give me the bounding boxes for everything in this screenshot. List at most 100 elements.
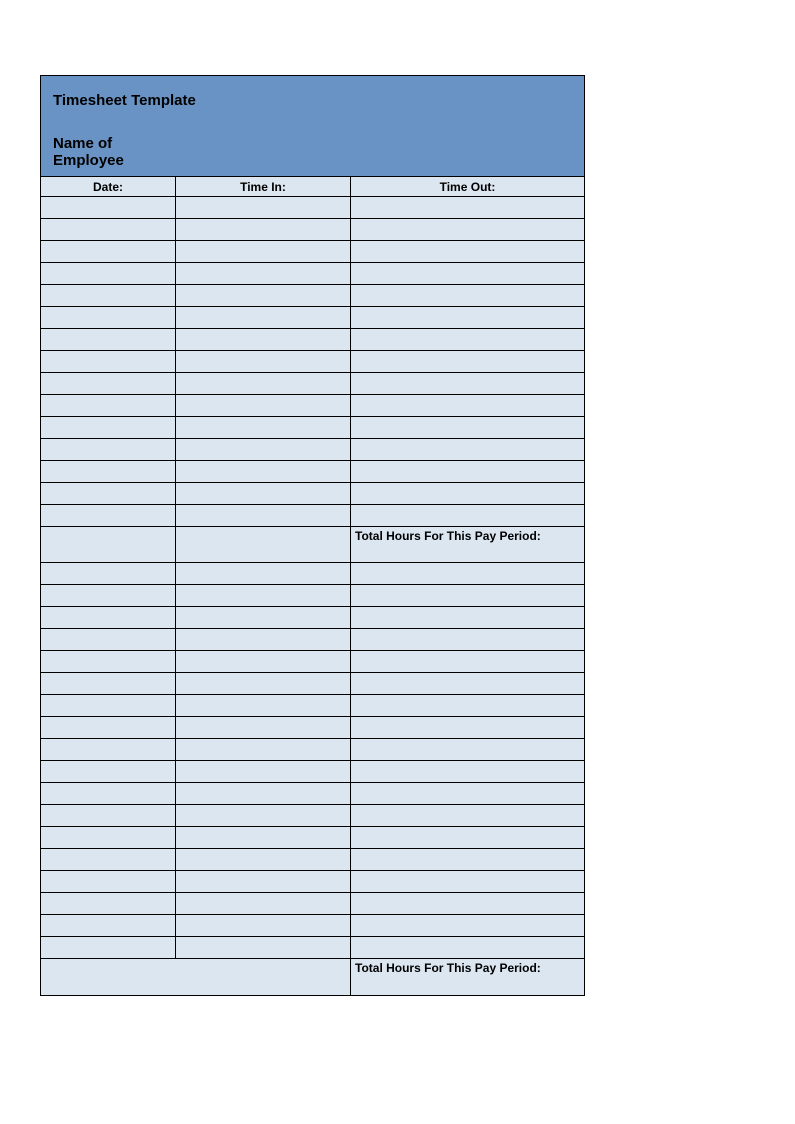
cell-timein[interactable] — [176, 285, 351, 306]
cell-timein[interactable] — [176, 915, 351, 936]
cell-timeout[interactable] — [351, 849, 584, 870]
cell-timein[interactable] — [176, 417, 351, 438]
cell-timeout[interactable] — [351, 827, 584, 848]
cell-date[interactable] — [41, 739, 176, 760]
total-cell-date[interactable] — [41, 527, 176, 562]
cell-timein[interactable] — [176, 483, 351, 504]
cell-timeout[interactable] — [351, 505, 584, 526]
cell-timein[interactable] — [176, 585, 351, 606]
cell-timeout[interactable] — [351, 197, 584, 218]
cell-date[interactable] — [41, 439, 176, 460]
cell-timeout[interactable] — [351, 241, 584, 262]
cell-timeout[interactable] — [351, 629, 584, 650]
cell-date[interactable] — [41, 505, 176, 526]
cell-timein[interactable] — [176, 937, 351, 958]
cell-timein[interactable] — [176, 351, 351, 372]
cell-date[interactable] — [41, 651, 176, 672]
cell-timein[interactable] — [176, 197, 351, 218]
cell-timeout[interactable] — [351, 937, 584, 958]
cell-timeout[interactable] — [351, 483, 584, 504]
cell-timeout[interactable] — [351, 351, 584, 372]
cell-date[interactable] — [41, 483, 176, 504]
cell-timeout[interactable] — [351, 585, 584, 606]
cell-timeout[interactable] — [351, 893, 584, 914]
cell-date[interactable] — [41, 241, 176, 262]
cell-timein[interactable] — [176, 219, 351, 240]
cell-date[interactable] — [41, 915, 176, 936]
cell-timeout[interactable] — [351, 871, 584, 892]
cell-timeout[interactable] — [351, 219, 584, 240]
cell-date[interactable] — [41, 783, 176, 804]
cell-date[interactable] — [41, 307, 176, 328]
cell-date[interactable] — [41, 761, 176, 782]
cell-timeout[interactable] — [351, 439, 584, 460]
cell-timein[interactable] — [176, 629, 351, 650]
cell-date[interactable] — [41, 673, 176, 694]
cell-timeout[interactable] — [351, 695, 584, 716]
cell-date[interactable] — [41, 197, 176, 218]
cell-timeout[interactable] — [351, 329, 584, 350]
cell-date[interactable] — [41, 607, 176, 628]
cell-date[interactable] — [41, 629, 176, 650]
cell-timeout[interactable] — [351, 607, 584, 628]
cell-timein[interactable] — [176, 439, 351, 460]
cell-timeout[interactable] — [351, 563, 584, 584]
cell-date[interactable] — [41, 893, 176, 914]
cell-timeout[interactable] — [351, 395, 584, 416]
cell-date[interactable] — [41, 373, 176, 394]
cell-timeout[interactable] — [351, 673, 584, 694]
cell-date[interactable] — [41, 395, 176, 416]
cell-timein[interactable] — [176, 717, 351, 738]
cell-date[interactable] — [41, 871, 176, 892]
cell-timeout[interactable] — [351, 417, 584, 438]
cell-timein[interactable] — [176, 395, 351, 416]
cell-timein[interactable] — [176, 695, 351, 716]
cell-date[interactable] — [41, 827, 176, 848]
cell-timein[interactable] — [176, 607, 351, 628]
cell-timein[interactable] — [176, 373, 351, 394]
cell-timeout[interactable] — [351, 739, 584, 760]
cell-timeout[interactable] — [351, 651, 584, 672]
cell-timein[interactable] — [176, 673, 351, 694]
cell-date[interactable] — [41, 585, 176, 606]
cell-timeout[interactable] — [351, 307, 584, 328]
cell-timeout[interactable] — [351, 373, 584, 394]
total-cell-timein[interactable] — [176, 527, 351, 562]
cell-timein[interactable] — [176, 805, 351, 826]
cell-timein[interactable] — [176, 263, 351, 284]
cell-date[interactable] — [41, 849, 176, 870]
cell-timeout[interactable] — [351, 783, 584, 804]
cell-date[interactable] — [41, 263, 176, 284]
cell-timein[interactable] — [176, 783, 351, 804]
cell-date[interactable] — [41, 417, 176, 438]
cell-timein[interactable] — [176, 461, 351, 482]
cell-timeout[interactable] — [351, 915, 584, 936]
cell-timeout[interactable] — [351, 461, 584, 482]
cell-date[interactable] — [41, 351, 176, 372]
cell-timein[interactable] — [176, 827, 351, 848]
cell-timein[interactable] — [176, 651, 351, 672]
cell-timeout[interactable] — [351, 285, 584, 306]
cell-timein[interactable] — [176, 761, 351, 782]
cell-date[interactable] — [41, 461, 176, 482]
cell-timein[interactable] — [176, 849, 351, 870]
cell-timeout[interactable] — [351, 805, 584, 826]
cell-timein[interactable] — [176, 739, 351, 760]
cell-date[interactable] — [41, 717, 176, 738]
cell-date[interactable] — [41, 937, 176, 958]
cell-timein[interactable] — [176, 329, 351, 350]
cell-timein[interactable] — [176, 241, 351, 262]
cell-timein[interactable] — [176, 893, 351, 914]
cell-date[interactable] — [41, 329, 176, 350]
cell-timeout[interactable] — [351, 717, 584, 738]
cell-timein[interactable] — [176, 307, 351, 328]
cell-date[interactable] — [41, 563, 176, 584]
cell-timeout[interactable] — [351, 761, 584, 782]
cell-timein[interactable] — [176, 871, 351, 892]
cell-timeout[interactable] — [351, 263, 584, 284]
cell-timein[interactable] — [176, 563, 351, 584]
cell-date[interactable] — [41, 285, 176, 306]
cell-timein[interactable] — [176, 505, 351, 526]
cell-date[interactable] — [41, 695, 176, 716]
cell-date[interactable] — [41, 219, 176, 240]
